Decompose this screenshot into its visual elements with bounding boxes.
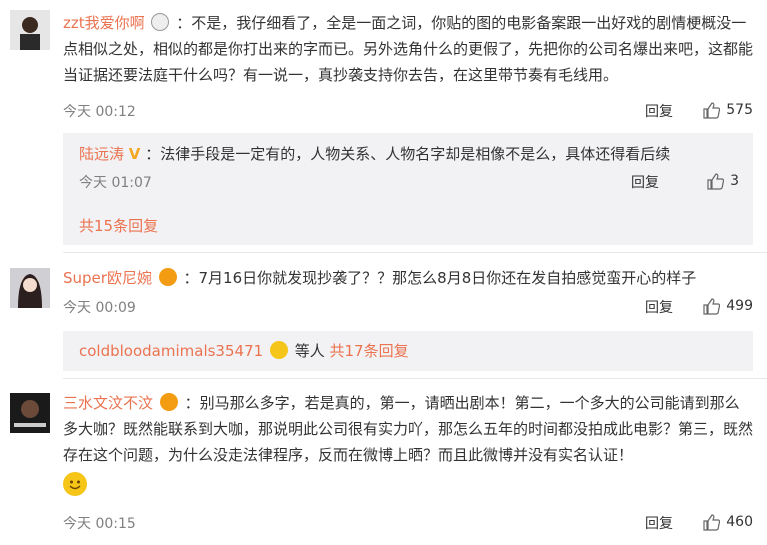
thumbs-up-icon (707, 173, 725, 190)
smile-emoji-icon (63, 472, 87, 496)
more-replies-link[interactable]: 共17条回复 (330, 342, 409, 360)
reply-button[interactable]: 回复 (631, 172, 659, 192)
comment-meta: 今天 00:12 回复 575 (63, 101, 753, 123)
reply-button[interactable]: 回复 (645, 297, 673, 317)
reply-content: ：法律手段是一定有的，人物关系、人物名字却是相像不是么，具体还得看后续 (145, 145, 671, 163)
more-replies-link[interactable]: 共15条回复 (79, 215, 739, 236)
user-name-link[interactable]: zzt我爱你啊 (63, 14, 145, 32)
comment-text: zzt我爱你啊 ：不是，我仔细看了，全是一面之词，你贴的图的电影备案跟一出好戏的… (63, 10, 753, 88)
avatar[interactable] (10, 10, 50, 50)
member-badge-icon (269, 341, 288, 359)
reply-user-name-link[interactable]: coldbloodamimals35471 (79, 342, 263, 360)
reply-meta: 今天 01:07 回复 3 (79, 172, 739, 194)
like-button[interactable]: 460 (702, 513, 753, 531)
divider (63, 252, 767, 253)
comment-meta: 今天 00:15 回复 460 (63, 513, 753, 535)
thumbs-up-icon (703, 102, 721, 119)
user-name-link[interactable]: Super欧尼婉 (63, 269, 152, 287)
member-badge-icon (159, 393, 178, 411)
comment-text: 三水文汶不汶 ：别马那么多字，若是真的，第一，请晒出剧本！第二，一个多大的公司能… (63, 390, 753, 504)
timestamp: 今天 00:15 (63, 516, 136, 532)
reply-button[interactable]: 回复 (645, 101, 673, 121)
timestamp: 今天 01:07 (79, 175, 152, 191)
timestamp: 今天 00:09 (63, 300, 136, 316)
like-button[interactable]: 3 (706, 172, 739, 190)
comment-text: Super欧尼婉 ：7月16日你就发现抄袭了？？那怎么8月8日你还在发自拍感觉蛮… (63, 265, 753, 291)
reply-button[interactable]: 回复 (645, 513, 673, 533)
reply-summary: coldbloodamimals35471 等人 共17条回复 (79, 339, 739, 363)
thumbs-up-icon (703, 298, 721, 315)
like-count: 575 (726, 102, 753, 118)
reply-box: 陆远涛 V ：法律手段是一定有的，人物关系、人物名字却是相像不是么，具体还得看后… (63, 133, 753, 245)
like-count: 3 (730, 173, 739, 189)
like-button[interactable]: 575 (702, 101, 753, 119)
reply-text: 陆远涛 V ：法律手段是一定有的，人物关系、人物名字却是相像不是么，具体还得看后… (79, 141, 739, 167)
timestamp: 今天 00:12 (63, 104, 136, 120)
thumbs-up-icon (703, 514, 721, 531)
reply-user-name-link[interactable]: 陆远涛 (79, 145, 124, 163)
panda-badge-icon (151, 13, 170, 31)
avatar[interactable] (10, 268, 50, 308)
member-badge-icon (158, 268, 177, 286)
comment-content: ：7月16日你就发现抄袭了？？那怎么8月8日你还在发自拍感觉蛮开心的样子 (183, 269, 697, 287)
reply-box: coldbloodamimals35471 等人 共17条回复 (63, 331, 753, 371)
comment-meta: 今天 00:09 回复 499 (63, 297, 753, 319)
like-count: 460 (726, 514, 753, 530)
like-button[interactable]: 499 (702, 297, 753, 315)
like-count: 499 (726, 298, 753, 314)
divider (63, 378, 767, 379)
avatar[interactable] (10, 393, 50, 433)
reply-suffix: 等人 (294, 342, 325, 360)
user-name-link[interactable]: 三水文汶不汶 (63, 394, 153, 412)
verified-v-icon: V (128, 145, 141, 163)
